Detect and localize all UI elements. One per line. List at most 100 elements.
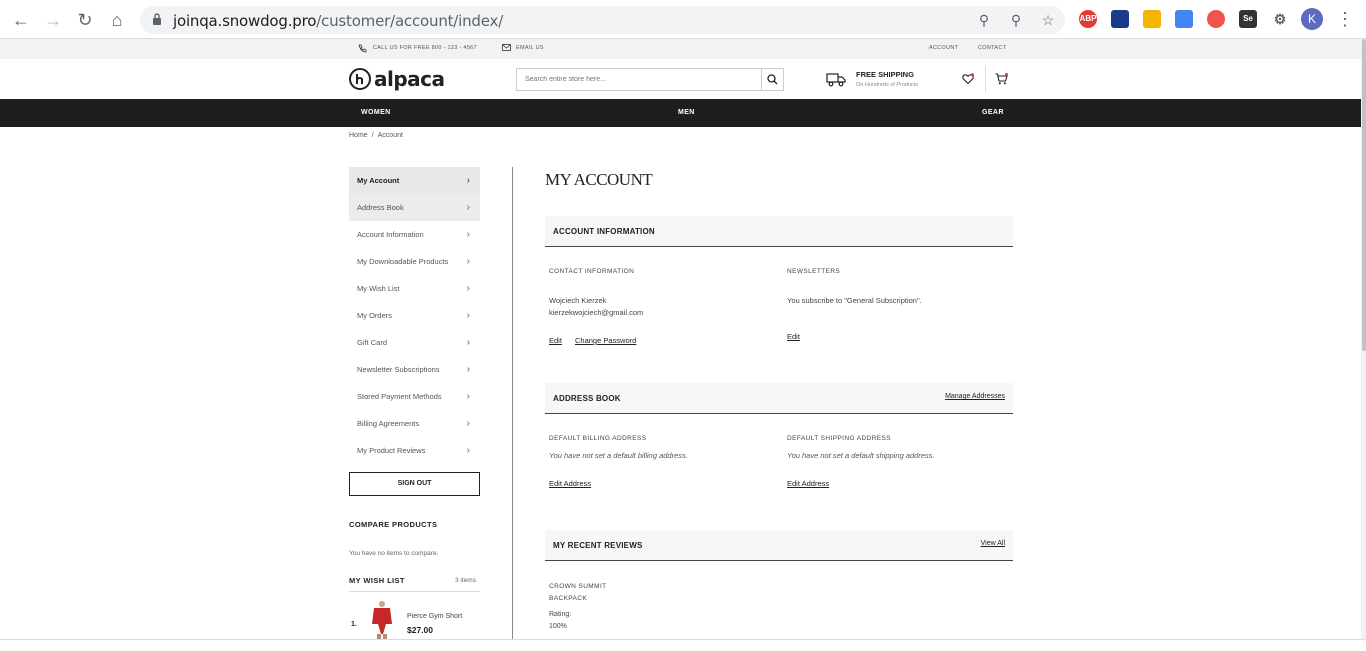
browser-menu-icon[interactable]: ⋮ xyxy=(1336,9,1354,30)
contact-information-label: CONTACT INFORMATION xyxy=(549,268,635,275)
sidebar-item-my-account[interactable]: My Account › xyxy=(349,167,480,194)
column-divider xyxy=(512,167,513,639)
newsletters-status: You subscribe to "General Subscription". xyxy=(787,296,922,305)
nav-women[interactable]: WOMEN xyxy=(361,109,391,116)
sidebar-item-account-information[interactable]: Account Information › xyxy=(349,221,480,248)
breadcrumb-home[interactable]: Home xyxy=(349,132,368,139)
chevron-right-icon: › xyxy=(466,283,470,294)
sidebar-item-downloadable-products[interactable]: My Downloadable Products › xyxy=(349,248,480,275)
review-product-name-line2[interactable]: BACKPACK xyxy=(549,595,587,602)
review-product-name[interactable]: CROWN SUMMIT xyxy=(549,583,607,590)
page-title: MY ACCOUNT xyxy=(545,170,653,189)
sidebar-item-newsletter[interactable]: Newsletter Subscriptions › xyxy=(349,356,480,383)
chevron-right-icon: › xyxy=(466,445,470,456)
rating-label: Rating: xyxy=(549,611,572,618)
default-shipping-label: DEFAULT SHIPPING ADDRESS xyxy=(787,435,891,442)
sign-out-button[interactable]: SIGN OUT xyxy=(349,472,480,496)
account-information-heading: ACCOUNT INFORMATION xyxy=(545,216,1013,247)
site-logo[interactable]: alpaca xyxy=(349,67,445,91)
search-box xyxy=(516,68,784,91)
scrollbar-thumb[interactable] xyxy=(1362,39,1366,351)
change-password-link[interactable]: Change Password xyxy=(575,336,636,345)
wishlist-count: 3 items xyxy=(455,577,476,584)
breadcrumb: Home / Account xyxy=(349,132,403,139)
sidebar-item-label: My Orders xyxy=(357,311,393,320)
view-all-reviews-link[interactable]: View All xyxy=(981,540,1005,547)
manage-addresses-link[interactable]: Manage Addresses xyxy=(945,393,1005,400)
nav-men[interactable]: MEN xyxy=(678,109,695,116)
url-text: joinqa.snowdog.pro/customer/account/inde… xyxy=(173,12,504,30)
default-billing-label: DEFAULT BILLING ADDRESS xyxy=(549,435,647,442)
account-link[interactable]: ACCOUNT xyxy=(929,45,958,51)
selenium-extension-icon[interactable]: Se xyxy=(1239,10,1257,28)
breadcrumb-current: Account xyxy=(377,132,403,139)
sidebar-item-label: Stored Payment Methods xyxy=(357,392,442,401)
compare-products-title: COMPARE PRODUCTS xyxy=(349,520,438,529)
edit-newsletters-link[interactable]: Edit xyxy=(787,332,800,341)
contact-link[interactable]: CONTACT xyxy=(978,45,1006,51)
email-icon xyxy=(502,44,511,51)
lock-icon xyxy=(153,13,161,25)
truck-icon xyxy=(826,73,846,87)
zoom-icon[interactable]: ⚲ xyxy=(1008,12,1024,28)
browser-toolbar: ← → ↻ ⌂ joinqa.snowdog.pro/customer/acco… xyxy=(0,0,1366,39)
sidebar-item-wish-list[interactable]: My Wish List › xyxy=(349,275,480,302)
sidebar-item-label: My Wish List xyxy=(357,284,400,293)
email-us-link[interactable]: EMAIL US xyxy=(516,45,544,51)
extension-icon[interactable] xyxy=(1207,10,1225,28)
free-shipping-subtitle: On Hundreds of Products xyxy=(856,82,919,88)
sidebar-item-orders[interactable]: My Orders › xyxy=(349,302,480,329)
key-icon[interactable]: ⚲ xyxy=(976,12,992,28)
page-scrollbar[interactable] xyxy=(1361,39,1366,639)
edit-contact-link[interactable]: Edit xyxy=(549,336,562,345)
forward-icon[interactable]: → xyxy=(42,9,64,31)
main-navigation: WOMEN MEN GEAR xyxy=(0,99,1361,127)
star-icon[interactable]: ☆ xyxy=(1040,12,1056,28)
billing-address-text: You have not set a default billing addre… xyxy=(549,451,688,460)
chevron-right-icon: › xyxy=(466,202,470,213)
chevron-right-icon: › xyxy=(466,364,470,375)
wishlist-item-price: $27.00 xyxy=(407,625,433,635)
recent-reviews-heading: MY RECENT REVIEWS View All xyxy=(545,530,1013,561)
wishlist-divider xyxy=(349,591,480,592)
search-input[interactable] xyxy=(517,69,762,90)
wishlist-item-name[interactable]: Pierce Gym Short xyxy=(407,613,462,620)
sidebar-item-payment-methods[interactable]: Stored Payment Methods › xyxy=(349,383,480,410)
sidebar-item-label: Gift Card xyxy=(357,338,388,347)
sidebar-item-product-reviews[interactable]: My Product Reviews › xyxy=(349,437,480,464)
translate-extension-icon[interactable] xyxy=(1175,10,1193,28)
sidebar-item-label: My Downloadable Products xyxy=(357,257,449,266)
logo-mark-icon xyxy=(349,68,371,90)
extension-icon[interactable] xyxy=(1143,10,1161,28)
shipping-address-text: You have not set a default shipping addr… xyxy=(787,451,935,460)
section-title: MY RECENT REVIEWS xyxy=(553,541,643,550)
newsletters-label: NEWSLETTERS xyxy=(787,268,841,275)
sidebar-item-label: My Product Reviews xyxy=(357,446,426,455)
address-bar[interactable]: joinqa.snowdog.pro/customer/account/inde… xyxy=(140,6,1065,34)
edit-shipping-address-link[interactable]: Edit Address xyxy=(787,479,829,488)
browser-status-bar xyxy=(0,639,1366,651)
logo-text: alpaca xyxy=(374,67,445,91)
extension-icon[interactable] xyxy=(1111,10,1129,28)
profile-avatar[interactable]: K xyxy=(1301,8,1323,30)
home-icon[interactable]: ⌂ xyxy=(106,9,128,31)
search-button[interactable] xyxy=(761,69,783,90)
wishlist-heart-icon[interactable] xyxy=(962,73,974,85)
sidebar-item-gift-card[interactable]: Gift Card › xyxy=(349,329,480,356)
back-icon[interactable]: ← xyxy=(10,9,32,31)
adblock-extension-icon[interactable]: ABP xyxy=(1079,10,1097,28)
chevron-right-icon: › xyxy=(466,256,470,267)
cart-icon[interactable] xyxy=(995,73,1008,85)
section-title: ADDRESS BOOK xyxy=(553,394,621,403)
customer-name: Wojciech Kierzek xyxy=(549,296,607,305)
reload-icon[interactable]: ↻ xyxy=(74,9,96,31)
sidebar-item-address-book[interactable]: Address Book › xyxy=(349,194,480,221)
extensions-puzzle-icon[interactable]: ⚙ xyxy=(1271,10,1289,28)
search-icon xyxy=(767,74,778,85)
rating-value: 100% xyxy=(549,623,567,630)
nav-gear[interactable]: GEAR xyxy=(982,109,1004,116)
edit-billing-address-link[interactable]: Edit Address xyxy=(549,479,591,488)
sidebar-item-billing-agreements[interactable]: Billing Agreements › xyxy=(349,410,480,437)
product-image[interactable] xyxy=(368,600,396,640)
free-shipping-title: FREE SHIPPING xyxy=(856,70,914,79)
